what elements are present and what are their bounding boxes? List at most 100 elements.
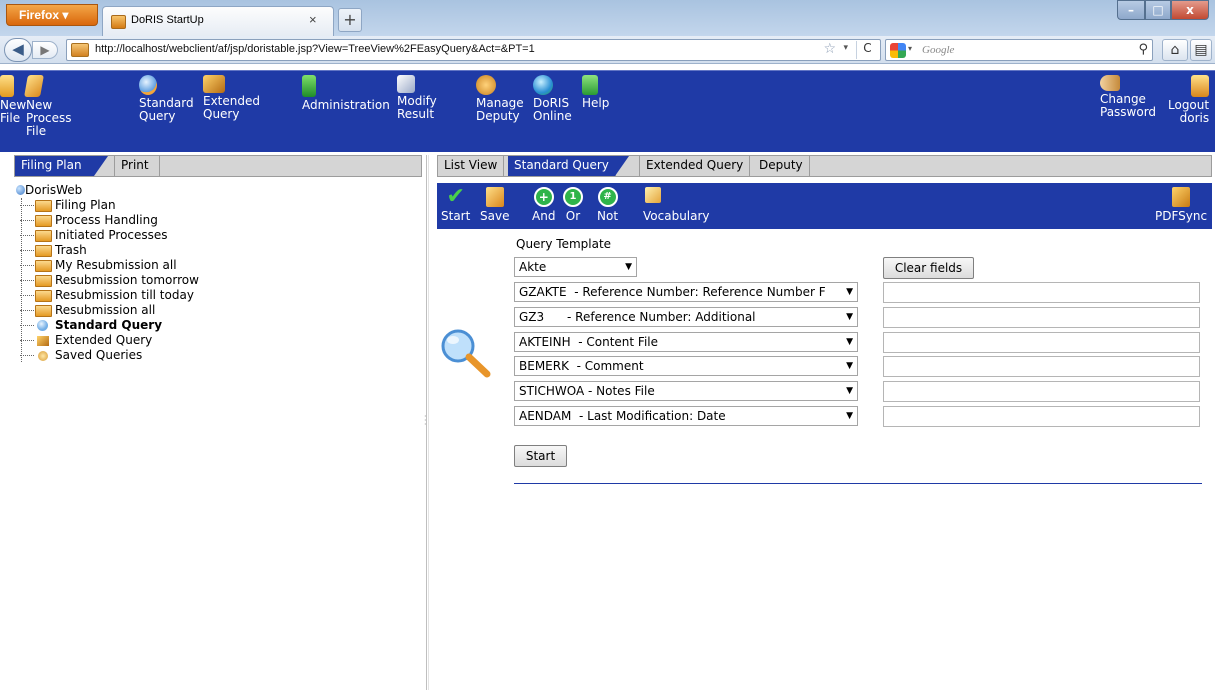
tab-deputy[interactable]: Deputy xyxy=(753,156,810,176)
query-save-button[interactable]: Save xyxy=(480,187,509,223)
new-process-file-button[interactable]: New Process File xyxy=(24,75,72,138)
and-button[interactable]: + And xyxy=(532,187,555,223)
tree-item-trash[interactable]: Trash xyxy=(16,243,416,258)
query-save-label: Save xyxy=(480,209,510,223)
tab-print[interactable]: Print xyxy=(114,156,160,176)
tree-item-extended-query[interactable]: Extended Query xyxy=(16,333,416,348)
standard-query-button[interactable]: Standard Query xyxy=(139,75,194,123)
site-identity-icon[interactable] xyxy=(71,43,89,57)
field-select-value: GZ3 - Reference Number: Additional xyxy=(519,310,756,324)
field-select-4[interactable]: BEMERK - Comment ▼ xyxy=(514,356,858,376)
manage-deputy-icon xyxy=(476,75,496,95)
field-value-input-4[interactable] xyxy=(883,356,1200,377)
manage-deputy-button[interactable]: Manage Deputy xyxy=(476,75,524,123)
or-label: Or xyxy=(565,209,581,223)
or-button[interactable]: 1 Or xyxy=(563,187,583,223)
field-value-input-2[interactable] xyxy=(883,307,1200,328)
administration-button[interactable]: Administration xyxy=(302,75,390,112)
search-engine-dropdown-icon[interactable]: ▾ xyxy=(908,44,912,53)
new-file-icon xyxy=(0,75,14,97)
addon-bar-icon[interactable]: ▤ xyxy=(1190,39,1212,61)
query-toolbar: ✔ Start Save + And 1 Or # Not Vocabulary… xyxy=(437,183,1212,229)
saved-queries-icon xyxy=(38,351,48,361)
one-circle-icon: 1 xyxy=(563,187,583,207)
tree-item-initiated-processes[interactable]: Initiated Processes xyxy=(16,228,416,243)
url-bar[interactable]: http://localhost/webclient/af/jsp/dorist… xyxy=(66,39,881,61)
tab-standard-query[interactable]: Standard Query xyxy=(508,156,629,176)
chevron-down-icon: ▼ xyxy=(846,361,853,371)
maximize-button[interactable]: □ xyxy=(1145,0,1171,20)
splitter-grip-icon[interactable]: · · · xyxy=(424,413,430,429)
tree-item-label: Resubmission till today xyxy=(55,288,194,302)
new-file-button[interactable]: New File xyxy=(0,75,26,125)
doris-online-button[interactable]: DoRIS Online xyxy=(533,75,572,123)
query-start-label: Start xyxy=(441,209,471,223)
vocabulary-button[interactable]: Vocabulary xyxy=(643,187,710,223)
query-template-select[interactable]: Akte ▼ xyxy=(514,257,637,277)
firefox-menu-button[interactable]: Firefox ▾ xyxy=(6,4,98,26)
tree-root[interactable]: DorisWeb xyxy=(16,183,416,198)
field-select-5[interactable]: STICHWOA - Notes File ▼ xyxy=(514,381,858,401)
firefox-menu-label: Firefox xyxy=(19,8,60,22)
new-process-file-icon xyxy=(24,75,44,97)
tree-item-resubmission-till-today[interactable]: Resubmission till today xyxy=(16,288,416,303)
back-arrow-icon[interactable]: ◀ xyxy=(4,38,32,62)
home-icon[interactable]: ⌂ xyxy=(1162,39,1188,61)
pdfsync-button[interactable]: PDFSync xyxy=(1155,187,1207,223)
field-select-3[interactable]: AKTEINH - Content File ▼ xyxy=(514,332,858,352)
chevron-down-icon: ▼ xyxy=(846,312,853,322)
field-value-input-1[interactable] xyxy=(883,282,1200,303)
field-value-input-6[interactable] xyxy=(883,406,1200,427)
tab-filing-plan[interactable]: Filing Plan xyxy=(15,156,108,176)
tree-item-process-handling[interactable]: Process Handling xyxy=(16,213,416,228)
tree-item-resubmission-tomorrow[interactable]: Resubmission tomorrow xyxy=(16,273,416,288)
close-window-button[interactable]: x xyxy=(1171,0,1209,20)
field-value-input-3[interactable] xyxy=(883,332,1200,353)
history-dropdown-icon[interactable]: ▾ xyxy=(843,43,848,53)
tree-item-my-resubmission-all[interactable]: My Resubmission all xyxy=(16,258,416,273)
tab-close-icon[interactable]: × xyxy=(309,12,325,28)
tree-item-label: My Resubmission all xyxy=(55,258,177,272)
folder-icon xyxy=(35,215,52,227)
new-tab-button[interactable]: + xyxy=(338,8,362,32)
tree-root-label: DorisWeb xyxy=(25,183,83,197)
filing-plan-tree: DorisWeb Filing Plan Process Handling In… xyxy=(16,183,416,363)
forward-arrow-icon[interactable]: ▶ xyxy=(32,41,58,59)
field-value-input-5[interactable] xyxy=(883,381,1200,402)
field-select-1[interactable]: GZAKTE - Reference Number: Reference Num… xyxy=(514,282,858,302)
start-query-button[interactable]: Start xyxy=(514,445,567,467)
field-select-2[interactable]: GZ3 - Reference Number: Additional ▼ xyxy=(514,307,858,327)
folder-icon xyxy=(35,245,52,257)
modify-result-button[interactable]: Modify Result xyxy=(397,75,437,121)
help-button[interactable]: Help xyxy=(582,75,609,110)
tab-list-view[interactable]: List View xyxy=(438,156,505,176)
folder-icon xyxy=(35,200,52,212)
extended-query-button[interactable]: Extended Query xyxy=(203,75,260,121)
search-icon[interactable]: ⚲ xyxy=(1138,42,1148,57)
change-password-button[interactable]: Change Password xyxy=(1100,75,1156,119)
minimize-button[interactable]: – xyxy=(1117,0,1145,20)
tab-extended-query[interactable]: Extended Query xyxy=(639,156,751,176)
tree-item-label: Trash xyxy=(55,243,87,257)
folder-icon xyxy=(35,260,52,272)
field-select-6[interactable]: AENDAM - Last Modification: Date ▼ xyxy=(514,406,858,426)
browser-tab[interactable]: DoRIS StartUp × xyxy=(102,6,334,36)
tree-item-saved-queries[interactable]: Saved Queries xyxy=(16,348,416,363)
tree-item-filing-plan[interactable]: Filing Plan xyxy=(16,198,416,213)
logout-button[interactable]: Logout doris xyxy=(1168,75,1210,125)
standard-query-label: Standard Query xyxy=(139,96,194,123)
google-icon[interactable] xyxy=(890,43,906,58)
bookmark-star-icon[interactable]: ☆ xyxy=(823,41,836,57)
query-start-button[interactable]: ✔ Start xyxy=(441,186,471,224)
tree-item-standard-query[interactable]: Standard Query xyxy=(16,318,416,333)
query-divider xyxy=(514,483,1202,484)
standard-query-icon xyxy=(139,75,157,95)
not-button[interactable]: # Not xyxy=(597,187,618,223)
tree-item-resubmission-all[interactable]: Resubmission all xyxy=(16,303,416,318)
search-bar[interactable]: ▾ Google ⚲ xyxy=(885,39,1153,61)
key-icon xyxy=(1100,75,1120,91)
tree-item-label: Initiated Processes xyxy=(55,228,168,242)
folder-icon xyxy=(35,305,52,317)
clear-fields-button[interactable]: Clear fields xyxy=(883,257,974,279)
reload-icon[interactable]: C xyxy=(856,41,878,59)
